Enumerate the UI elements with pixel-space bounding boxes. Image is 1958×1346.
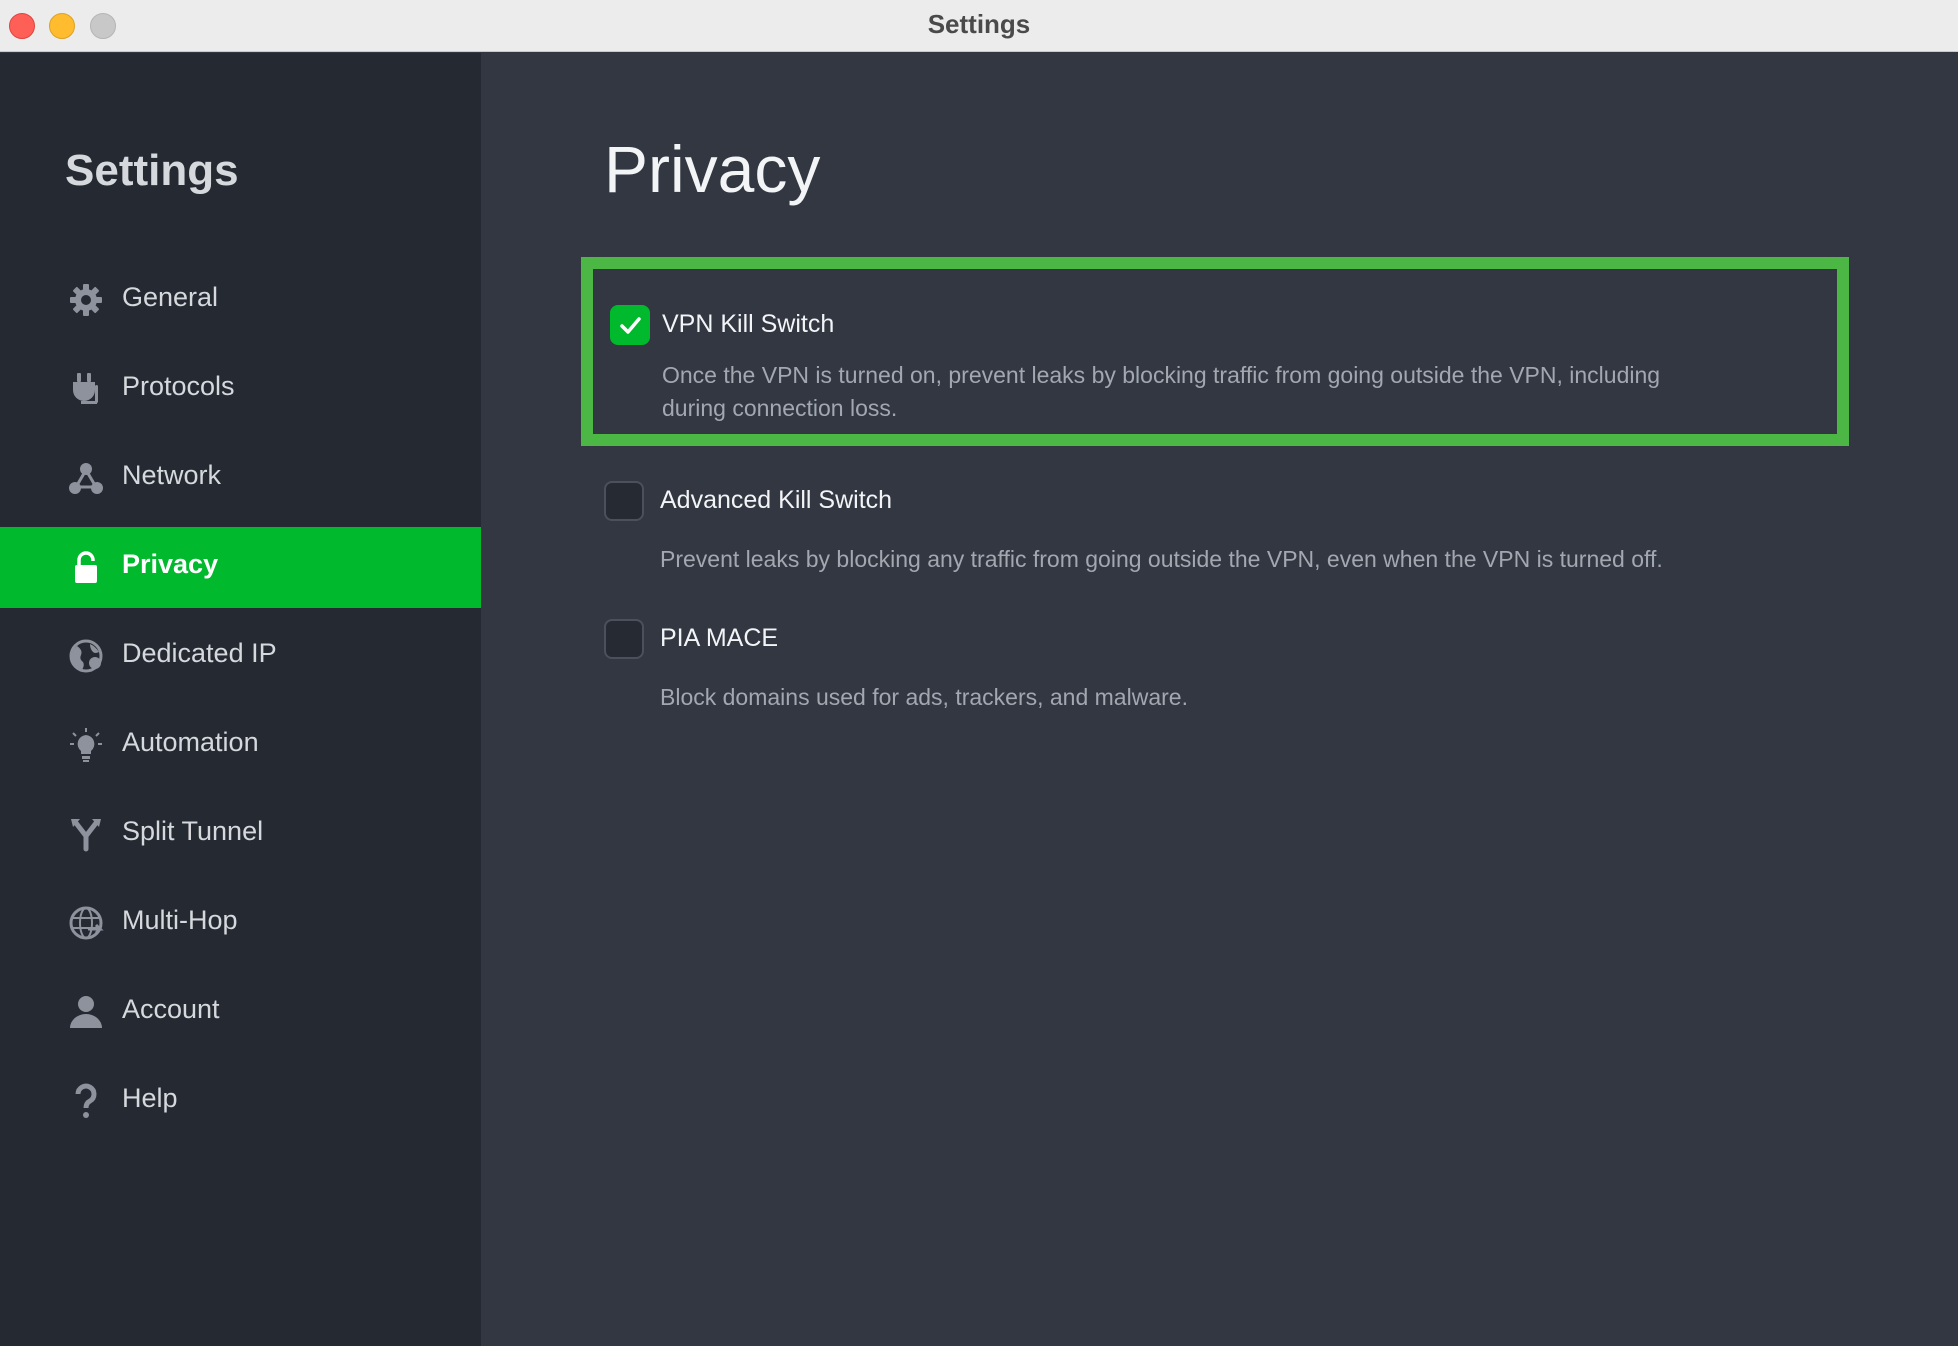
advanced-kill-switch-description: Prevent leaks by blocking any traffic fr… <box>660 546 1663 572</box>
page-title: Privacy <box>604 132 821 206</box>
pia-mace-description: Block domains used for ads, trackers, an… <box>660 684 1188 710</box>
sidebar-item-split-tunnel[interactable]: Split Tunnel <box>0 794 481 875</box>
split-icon <box>66 814 106 854</box>
sidebar-title: Settings <box>65 146 239 195</box>
user-icon <box>66 992 106 1032</box>
sidebar-item-multi-hop[interactable]: Multi-Hop <box>0 883 481 964</box>
sidebar-item-help[interactable]: Help <box>0 1061 481 1142</box>
checkmark-icon <box>620 317 641 334</box>
sidebar-item-label: Account <box>122 994 220 1024</box>
vpn-kill-switch-label[interactable]: VPN Kill Switch <box>662 310 834 339</box>
window-title: Settings <box>927 9 1031 39</box>
sidebar-item-label: Split Tunnel <box>122 816 264 846</box>
sidebar-item-label: Multi-Hop <box>122 905 238 935</box>
lightbulb-icon <box>66 725 106 765</box>
sidebar-item-label: Protocols <box>122 371 235 401</box>
sidebar-item-dedicated-ip[interactable]: Dedicated IP <box>0 616 481 697</box>
advanced-kill-switch-checkbox[interactable] <box>604 481 644 521</box>
sidebar-item-label: Network <box>122 460 222 490</box>
sidebar-item-label: Automation <box>122 727 259 757</box>
sidebar-item-label: General <box>122 282 219 312</box>
sidebar-item-network[interactable]: Network <box>0 438 481 519</box>
main-panel: Privacy VPN Kill Switch Once the VPN is … <box>481 53 1958 1346</box>
sidebar-item-account[interactable]: Account <box>0 972 481 1053</box>
plug-icon <box>66 369 106 409</box>
sidebar-item-protocols[interactable]: Protocols <box>0 349 481 430</box>
vpn-kill-switch-description: Once the VPN is turned on, prevent leaks… <box>662 362 1661 388</box>
pia-mace-label[interactable]: PIA MACE <box>660 624 778 653</box>
sidebar-item-label: Help <box>122 1083 178 1113</box>
gear-icon <box>66 280 106 320</box>
question-icon <box>66 1081 106 1121</box>
vpn-kill-switch-checkbox[interactable] <box>610 305 650 345</box>
title-bar: Settings <box>0 0 1958 52</box>
pia-mace-checkbox[interactable] <box>604 619 644 659</box>
network-icon <box>66 458 106 498</box>
sidebar-item-automation[interactable]: Automation <box>0 705 481 786</box>
sidebar-item-general[interactable]: General <box>0 260 481 341</box>
lock-icon <box>66 547 106 587</box>
sidebar-item-label: Privacy <box>122 549 219 579</box>
vpn-kill-switch-description-continued: during connection loss. <box>662 395 898 421</box>
sidebar-item-label: Dedicated IP <box>122 638 277 668</box>
sidebar: Settings General Protocols Network Priva… <box>0 53 481 1346</box>
advanced-kill-switch-label[interactable]: Advanced Kill Switch <box>660 486 892 515</box>
globe-icon <box>66 636 106 676</box>
globe-arrows-icon <box>66 903 106 943</box>
sidebar-item-privacy[interactable]: Privacy <box>0 527 481 608</box>
